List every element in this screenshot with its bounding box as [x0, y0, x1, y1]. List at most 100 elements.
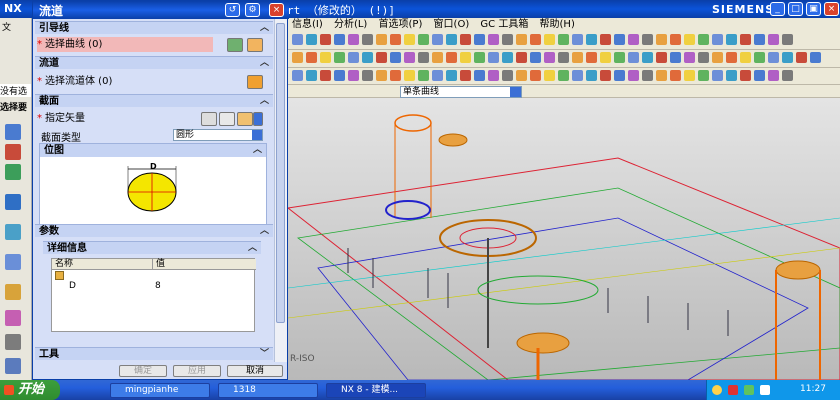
toolbar-tool-icon[interactable]	[390, 70, 401, 81]
toolbar-tool-icon[interactable]	[782, 34, 793, 45]
toolbar-tool-icon[interactable]	[600, 34, 611, 45]
toolbar-tool-icon[interactable]	[712, 52, 723, 63]
toolbar-tool-icon[interactable]	[558, 34, 569, 45]
tray-ime-icon[interactable]	[712, 385, 722, 395]
toolbar-tool-icon[interactable]	[320, 34, 331, 45]
tray-network-icon[interactable]	[744, 385, 754, 395]
toolbar-tool-icon[interactable]	[292, 34, 303, 45]
section-type-dropdown[interactable]: 圆形	[173, 129, 263, 141]
toolbar-tool-icon[interactable]	[446, 52, 457, 63]
toolbar-tool-icon[interactable]	[628, 70, 639, 81]
toolbar-tool-icon[interactable]	[684, 70, 695, 81]
menu-analysis[interactable]: 分析(L)	[330, 18, 371, 32]
toolbar-tool-icon[interactable]	[558, 70, 569, 81]
toolbar-tool-icon[interactable]	[698, 52, 709, 63]
toolbar-tool-icon[interactable]	[460, 70, 471, 81]
toolbar-tool-icon[interactable]	[320, 52, 331, 63]
toolbar-tool-icon[interactable]	[768, 52, 779, 63]
toolbar-tool-icon[interactable]	[502, 52, 513, 63]
tray-antivirus-icon[interactable]	[728, 385, 738, 395]
toolbar-tool-icon[interactable]	[488, 34, 499, 45]
toolbar-tool-icon[interactable]	[572, 34, 583, 45]
toolbar-tool-icon[interactable]	[460, 34, 471, 45]
toolbar-tool-icon[interactable]	[530, 34, 541, 45]
toolbar-tool-icon[interactable]	[768, 70, 779, 81]
toolbar-tool-icon[interactable]	[488, 52, 499, 63]
toolbar-tool-icon[interactable]	[586, 70, 597, 81]
toolbar-tool-icon[interactable]	[796, 52, 807, 63]
toolbar-tool-icon[interactable]	[348, 34, 359, 45]
toolbar-tool-icon[interactable]	[656, 52, 667, 63]
toolbar-tool-icon[interactable]	[656, 34, 667, 45]
vector-dialog-icon[interactable]	[219, 112, 235, 126]
toolbar-tool-icon[interactable]	[362, 70, 373, 81]
toolbar-tool-icon[interactable]	[656, 70, 667, 81]
toolbar-tool-icon[interactable]	[684, 52, 695, 63]
toolbar-tool-icon[interactable]	[544, 34, 555, 45]
toolbar-tool-icon[interactable]	[432, 70, 443, 81]
toolbar-tool-icon[interactable]	[726, 70, 737, 81]
toolbar-tool-icon[interactable]	[544, 70, 555, 81]
toolbar-tool-icon[interactable]	[544, 52, 555, 63]
toolbar-tool-icon[interactable]	[614, 34, 625, 45]
toolbar-tool-icon[interactable]	[348, 70, 359, 81]
toolbar-tool-icon[interactable]	[670, 70, 681, 81]
toolbar-tool-icon[interactable]	[614, 70, 625, 81]
toolbar-tool-icon[interactable]	[306, 70, 317, 81]
settings-gear-icon[interactable]: ⚙	[245, 3, 260, 17]
toolbar-tool-icon[interactable]	[810, 52, 821, 63]
toolbar-tool-icon[interactable]	[502, 70, 513, 81]
chevron-down-icon[interactable]	[253, 112, 263, 126]
toolbar-tool-icon[interactable]	[292, 70, 303, 81]
history-icon[interactable]	[5, 224, 21, 240]
toolbar-tool-icon[interactable]	[642, 52, 653, 63]
toolbar-tool-icon[interactable]	[642, 70, 653, 81]
minimize-button[interactable]: _	[770, 2, 785, 16]
toolbar-tool-icon[interactable]	[334, 70, 345, 81]
toolbar-tool-icon[interactable]	[390, 34, 401, 45]
toolbar-tool-icon[interactable]	[628, 52, 639, 63]
toolbar-tool-icon[interactable]	[740, 70, 751, 81]
toolbar-tool-icon[interactable]	[320, 70, 331, 81]
toolbar-tool-icon[interactable]	[376, 34, 387, 45]
toolbar-tool-icon[interactable]	[670, 52, 681, 63]
toolbar-tool-icon[interactable]	[754, 34, 765, 45]
toolbar-tool-icon[interactable]	[404, 34, 415, 45]
toolbar-tool-icon[interactable]	[404, 52, 415, 63]
close-dialog-button[interactable]: ×	[269, 3, 284, 17]
toolbar-tool-icon[interactable]	[516, 52, 527, 63]
web-browser-icon[interactable]	[5, 194, 21, 210]
restore-button[interactable]: □	[788, 2, 803, 16]
toolbar-tool-icon[interactable]	[418, 52, 429, 63]
apply-button[interactable]: 应用	[173, 365, 221, 377]
reuse-library-icon[interactable]	[5, 334, 21, 350]
reverse-direction-icon[interactable]	[201, 112, 217, 126]
toolbar-tool-icon[interactable]	[418, 70, 429, 81]
toolbar-tool-icon[interactable]	[362, 34, 373, 45]
toolbar-tool-icon[interactable]	[726, 52, 737, 63]
taskbar-item-folder-2[interactable]: 1318	[218, 383, 318, 398]
process-studio-icon[interactable]	[5, 284, 21, 300]
toolbar-tool-icon[interactable]	[768, 34, 779, 45]
curve-icon[interactable]	[247, 38, 263, 52]
toolbar-tool-icon[interactable]	[502, 34, 513, 45]
runner-body-icon[interactable]	[247, 75, 263, 89]
toolbar-tool-icon[interactable]	[348, 52, 359, 63]
toolbar-tool-icon[interactable]	[782, 52, 793, 63]
toolbar-tool-icon[interactable]	[628, 34, 639, 45]
toolbar-tool-icon[interactable]	[740, 52, 751, 63]
position-diagram-header[interactable]: 位图 ︿	[40, 144, 266, 157]
close-window-button[interactable]: ×	[824, 2, 839, 16]
toolbar-tool-icon[interactable]	[306, 52, 317, 63]
toolbar-tool-icon[interactable]	[432, 34, 443, 45]
tools-section-header[interactable]: 工具 ﹀	[35, 347, 273, 360]
toolbar-tool-icon[interactable]	[334, 34, 345, 45]
runner-section-header[interactable]: 流道 ︿	[35, 56, 273, 69]
menu-preferences[interactable]: 首选项(P)	[375, 18, 427, 32]
roles-icon[interactable]	[5, 310, 21, 326]
assembly-navigator-icon[interactable]	[5, 124, 21, 140]
toolbar-tool-icon[interactable]	[292, 52, 303, 63]
toolbar-tool-icon[interactable]	[474, 70, 485, 81]
parameters-section-header[interactable]: 参数 ︿	[35, 224, 273, 237]
toolbar-tool-icon[interactable]	[726, 34, 737, 45]
